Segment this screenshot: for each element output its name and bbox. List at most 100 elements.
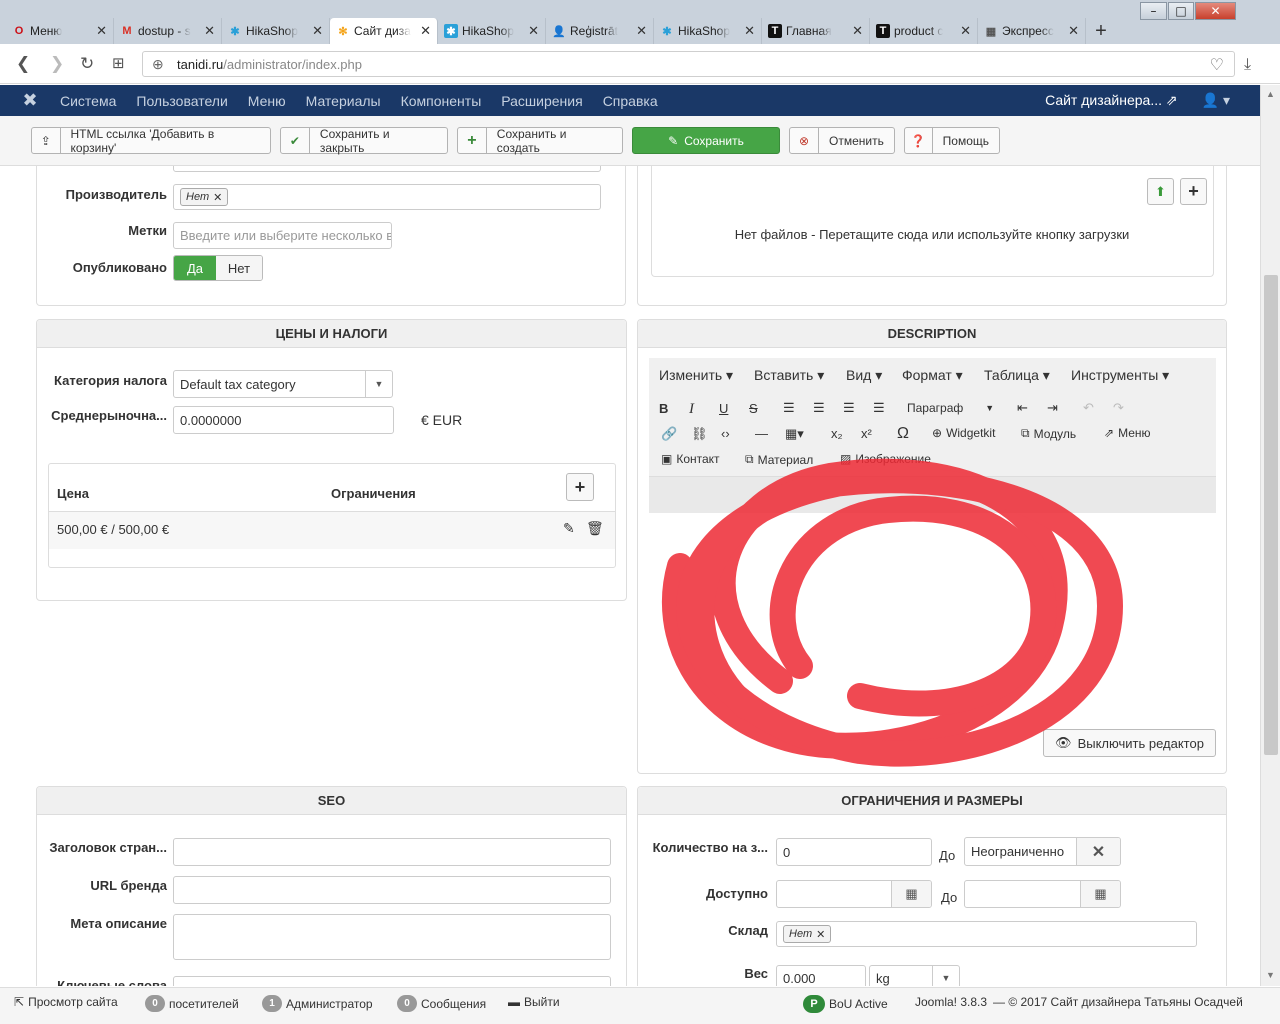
meta-description-textarea[interactable] bbox=[173, 914, 611, 960]
warehouse-chip[interactable]: Нет ✕ bbox=[783, 925, 832, 943]
align-right-icon[interactable]: ☰ bbox=[843, 400, 855, 416]
outdent-icon[interactable]: ⇤ bbox=[1017, 400, 1028, 416]
browser-tab[interactable]: Tproduct c ✕ bbox=[870, 18, 978, 44]
editor-menu-table[interactable]: Таблица ▾ bbox=[984, 367, 1050, 384]
menu-extensions[interactable]: Расширения bbox=[501, 93, 582, 109]
code-icon[interactable]: ‹› bbox=[721, 426, 730, 441]
forward-icon[interactable]: ❯ bbox=[50, 54, 64, 74]
save-button[interactable]: ✎ Сохранить bbox=[632, 127, 780, 154]
page-title-input[interactable] bbox=[173, 838, 611, 866]
download-icon[interactable]: ⤓ bbox=[1244, 54, 1251, 74]
close-tab-icon[interactable]: ✕ bbox=[420, 23, 431, 39]
editor-menu-format[interactable]: Формат ▾ bbox=[902, 367, 963, 384]
cancel-button[interactable]: ⊗ Отменить bbox=[789, 127, 895, 154]
close-tab-icon[interactable]: ✕ bbox=[852, 23, 863, 39]
underline-icon[interactable]: U bbox=[719, 401, 728, 416]
available-to-input[interactable]: ▦ bbox=[964, 880, 1121, 908]
contact-button[interactable]: ▣ Контакт bbox=[661, 452, 720, 466]
add-file-button[interactable]: + bbox=[1180, 178, 1207, 205]
published-no[interactable]: Нет bbox=[216, 256, 262, 280]
add-price-button[interactable]: + bbox=[566, 473, 594, 501]
upload-file-button[interactable]: ⬆ bbox=[1147, 178, 1174, 205]
help-button[interactable]: ❓ Помощь bbox=[904, 127, 1000, 154]
available-from-input[interactable]: ▦ bbox=[776, 880, 932, 908]
unlink-icon[interactable]: ⛓ bbox=[691, 426, 708, 442]
scroll-up-icon[interactable]: ▲ bbox=[1266, 89, 1275, 99]
align-left-icon[interactable]: ☰ bbox=[783, 400, 795, 416]
weight-unit-select[interactable]: kg ▼ bbox=[869, 965, 960, 986]
address-field[interactable]: ⊕ tanidi.ru/administrator/index.php ♡ bbox=[142, 51, 1235, 77]
save-new-button[interactable]: + Сохранить и создать bbox=[457, 127, 623, 155]
close-tab-icon[interactable]: ✕ bbox=[528, 23, 539, 39]
messages-status[interactable]: 0 Сообщения bbox=[397, 995, 486, 1012]
reload-icon[interactable]: ↻ bbox=[80, 54, 94, 74]
published-yes[interactable]: Да bbox=[174, 256, 216, 280]
editor-body[interactable] bbox=[649, 513, 1216, 726]
image-button[interactable]: ▨ Изображение bbox=[840, 452, 931, 466]
keywords-input[interactable] bbox=[173, 976, 611, 986]
pencil-icon[interactable]: ✎ bbox=[563, 520, 575, 537]
menu-components[interactable]: Компоненты bbox=[401, 93, 482, 109]
heart-icon[interactable]: ♡ bbox=[1210, 55, 1224, 75]
new-tab-button[interactable]: + bbox=[1086, 18, 1116, 44]
close-tab-icon[interactable]: ✕ bbox=[636, 23, 647, 39]
menu-help[interactable]: Справка bbox=[603, 93, 658, 109]
joomla-logo-icon[interactable]: ✖ bbox=[0, 90, 60, 111]
browser-tab[interactable]: ▦ Экспресс ✕ bbox=[978, 18, 1086, 44]
toggle-editor-button[interactable]: 👁 Выключить редактор bbox=[1043, 729, 1216, 757]
paragraph-select[interactable]: Параграф ▼ bbox=[907, 401, 994, 415]
tags-input[interactable]: Введите или выберите несколько в bbox=[173, 222, 392, 249]
browser-tab[interactable]: Mdostup - s ✕ bbox=[114, 18, 222, 44]
editor-menu-insert[interactable]: Вставить ▾ bbox=[754, 367, 824, 384]
menu-insert-button[interactable]: ⇗ Меню bbox=[1104, 426, 1151, 440]
calendar-icon[interactable]: ▦ bbox=[1080, 881, 1120, 907]
browser-tab[interactable]: ✱ HikaShop ✕ bbox=[222, 18, 330, 44]
menu-menus[interactable]: Меню bbox=[248, 93, 286, 109]
menu-users[interactable]: Пользователи bbox=[136, 93, 227, 109]
view-site-link[interactable]: ⇱ Просмотр сайта bbox=[14, 995, 118, 1009]
bou-status[interactable]: P BoU Active bbox=[803, 995, 888, 1013]
warehouse-field[interactable]: Нет ✕ bbox=[776, 921, 1197, 947]
scroll-down-icon[interactable]: ▼ bbox=[1266, 970, 1275, 980]
close-tab-icon[interactable]: ✕ bbox=[744, 23, 755, 39]
italic-icon[interactable]: I bbox=[689, 401, 694, 418]
unlimited-input[interactable]: Неограниченно ✕ bbox=[964, 837, 1121, 866]
close-tab-icon[interactable]: ✕ bbox=[204, 23, 215, 39]
file-dropzone[interactable]: ⬆ + Нет файлов - Перетащите сюда или исп… bbox=[651, 166, 1214, 277]
calendar-icon[interactable]: ▦ bbox=[891, 881, 931, 907]
site-preview-link[interactable]: Сайт дизайнера... ⇗ bbox=[1045, 92, 1178, 109]
indent-icon[interactable]: ⇥ bbox=[1047, 400, 1058, 416]
browser-tab[interactable]: ✱ HikaShop ✕ bbox=[438, 18, 546, 44]
editor-menu-view[interactable]: Вид ▾ bbox=[846, 367, 882, 384]
manufacturer-chip[interactable]: Нет ✕ bbox=[180, 188, 229, 206]
browser-tab[interactable]: ✱ HikaShop ✕ bbox=[654, 18, 762, 44]
clear-icon[interactable]: ✕ bbox=[1076, 838, 1120, 865]
quantity-input[interactable]: 0 bbox=[776, 838, 932, 866]
undo-icon[interactable]: ↶ bbox=[1083, 400, 1094, 416]
page-scrollbar[interactable]: ▲ ▼ bbox=[1260, 85, 1280, 986]
logout-link[interactable]: ▬ Выйти bbox=[508, 995, 560, 1009]
html-link-button[interactable]: ⇪ HTML ссылка 'Добавить в корзину' bbox=[31, 127, 271, 155]
browser-tab[interactable]: ✻ Сайт диза ✕ bbox=[330, 18, 438, 44]
align-justify-icon[interactable]: ☰ bbox=[873, 400, 885, 416]
editor-menu-edit[interactable]: Изменить ▾ bbox=[659, 367, 733, 384]
menu-system[interactable]: Система bbox=[60, 93, 116, 109]
manufacturer-field[interactable]: Нет ✕ bbox=[173, 184, 601, 210]
redo-icon[interactable]: ↷ bbox=[1113, 400, 1124, 416]
brand-url-input[interactable] bbox=[173, 876, 611, 904]
top-field[interactable] bbox=[173, 166, 601, 172]
horizontal-rule-icon[interactable]: — bbox=[755, 426, 768, 441]
module-button[interactable]: ⧉ Модуль bbox=[1021, 426, 1076, 441]
browser-tab[interactable]: O Меню ✕ bbox=[6, 18, 114, 44]
maximize-button[interactable]: □ bbox=[1168, 2, 1194, 20]
save-close-button[interactable]: ✔ Сохранить и закрыть bbox=[280, 127, 448, 155]
user-menu[interactable]: 👤 ▾ bbox=[1202, 92, 1230, 109]
table-icon[interactable]: ▦▾ bbox=[785, 426, 804, 442]
remove-icon[interactable]: ✕ bbox=[816, 928, 825, 941]
browser-tab[interactable]: 👤 Reģistrāt ✕ bbox=[546, 18, 654, 44]
bold-icon[interactable]: B bbox=[659, 401, 668, 416]
speed-dial-icon[interactable]: ⊞ bbox=[112, 54, 125, 72]
article-button[interactable]: ⧉ Материал bbox=[745, 452, 813, 467]
align-center-icon[interactable]: ☰ bbox=[813, 400, 825, 416]
subscript-icon[interactable]: x₂ bbox=[831, 426, 843, 441]
